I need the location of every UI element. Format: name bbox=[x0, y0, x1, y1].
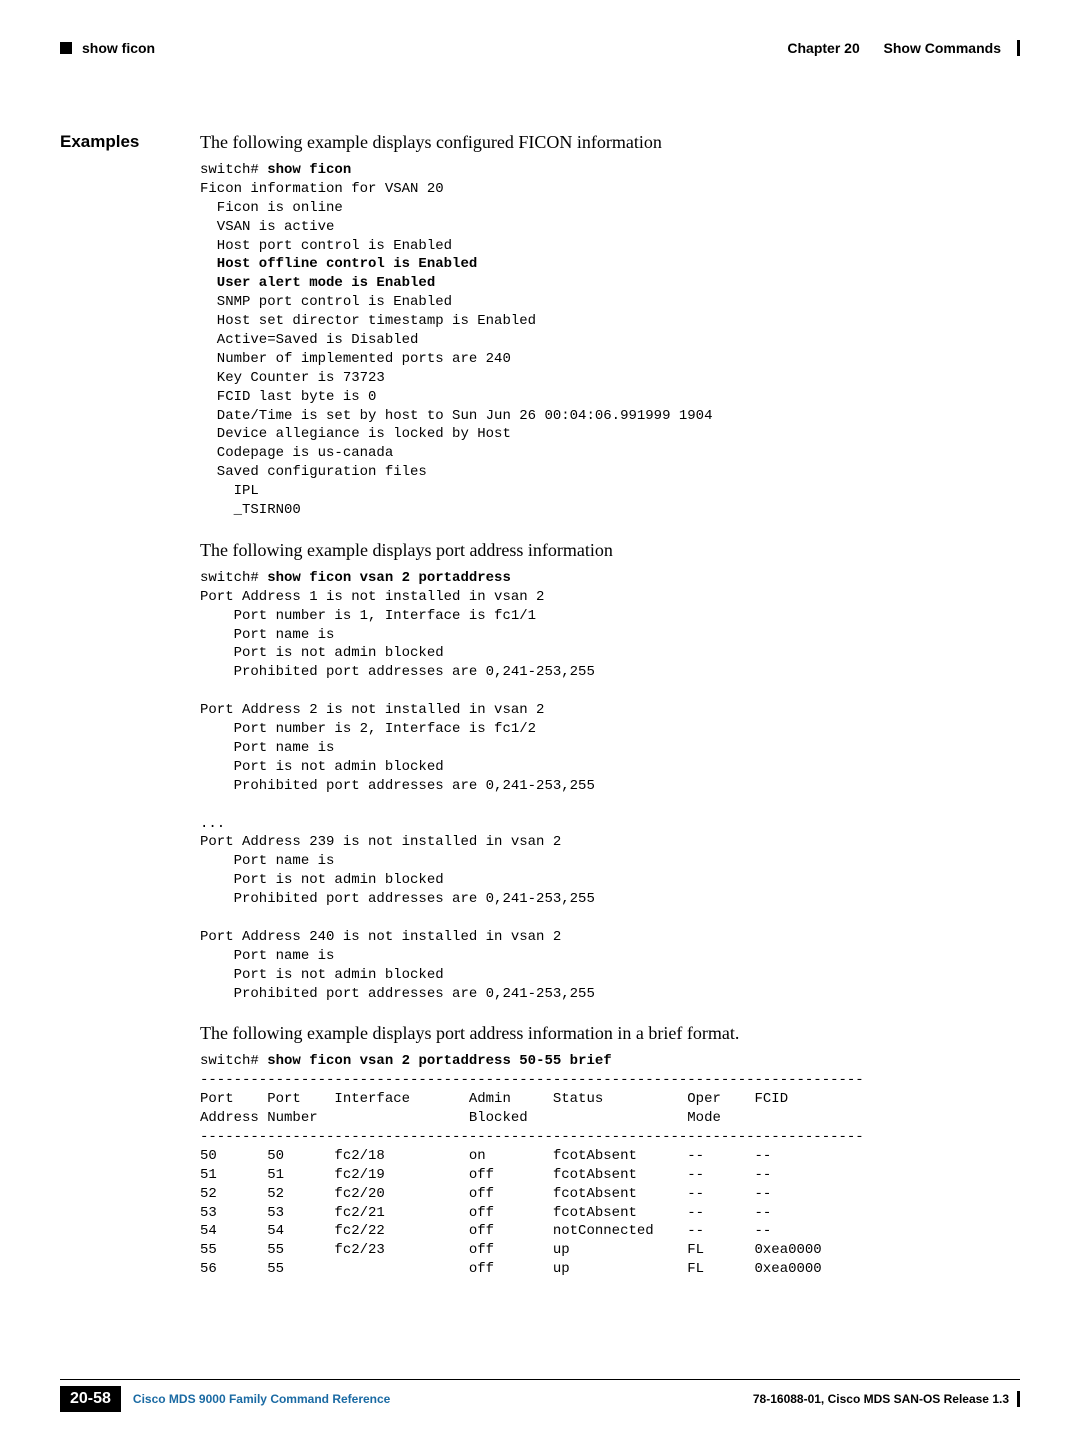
code-line: Host port control is Enabled bbox=[200, 238, 452, 254]
code-line: VSAN is active bbox=[200, 219, 334, 235]
code-line: Number of implemented ports are 240 bbox=[200, 351, 511, 367]
footer-left: 20-58 Cisco MDS 9000 Family Command Refe… bbox=[60, 1386, 390, 1412]
header-right: Chapter 20 Show Commands bbox=[787, 40, 1020, 56]
header-rule-icon bbox=[1017, 40, 1020, 56]
footer-release: 78-16088-01, Cisco MDS SAN-OS Release 1.… bbox=[753, 1392, 1009, 1406]
code-block-2: switch# show ficon vsan 2 portaddress Po… bbox=[200, 569, 1020, 1003]
code-line: Date/Time is set by host to Sun Jun 26 0… bbox=[200, 408, 712, 424]
prompt: switch# bbox=[200, 1053, 267, 1069]
prompt: switch# bbox=[200, 570, 267, 586]
code-line: Codepage is us-canada bbox=[200, 445, 393, 461]
code-body: Port Address 1 is not installed in vsan … bbox=[200, 589, 595, 1002]
header-left: show ficon bbox=[60, 40, 155, 56]
bullet-square-icon bbox=[60, 42, 72, 54]
footer-rule-icon bbox=[1017, 1391, 1020, 1407]
header-chapter-title: Show Commands bbox=[884, 40, 1001, 56]
intro-text-2: The following example displays port addr… bbox=[200, 540, 1020, 561]
page-number: 20-58 bbox=[60, 1386, 121, 1412]
code-body: ----------------------------------------… bbox=[200, 1072, 864, 1277]
code-line: Saved configuration files bbox=[200, 464, 427, 480]
document-page: show ficon Chapter 20 Show Commands Exam… bbox=[0, 0, 1080, 1452]
code-block-1: switch# show ficon Ficon information for… bbox=[200, 161, 1020, 520]
code-line: Ficon is online bbox=[200, 200, 343, 216]
command: show ficon vsan 2 portaddress bbox=[267, 570, 511, 586]
code-line: FCID last byte is 0 bbox=[200, 389, 376, 405]
intro-text-3: The following example displays port addr… bbox=[200, 1023, 1020, 1044]
command: show ficon vsan 2 portaddress 50-55 brie… bbox=[267, 1053, 611, 1069]
code-block-3: switch# show ficon vsan 2 portaddress 50… bbox=[200, 1052, 1020, 1279]
code-line: SNMP port control is Enabled bbox=[200, 294, 452, 310]
code-line: Host set director timestamp is Enabled bbox=[200, 313, 536, 329]
examples-section: Examples The following example displays … bbox=[60, 132, 1020, 1299]
header-left-label: show ficon bbox=[82, 40, 155, 56]
footer-title: Cisco MDS 9000 Family Command Reference bbox=[133, 1392, 390, 1406]
code-line: Ficon information for VSAN 20 bbox=[200, 181, 444, 197]
footer-right: 78-16088-01, Cisco MDS SAN-OS Release 1.… bbox=[753, 1391, 1020, 1407]
code-line: Key Counter is 73723 bbox=[200, 370, 385, 386]
code-line: Device allegiance is locked by Host bbox=[200, 426, 511, 442]
intro-text-1: The following example displays configure… bbox=[200, 132, 1020, 153]
command: show ficon bbox=[267, 162, 351, 178]
header-chapter: Chapter 20 bbox=[787, 40, 859, 56]
prompt: switch# bbox=[200, 162, 267, 178]
code-line: _TSIRN00 bbox=[200, 502, 301, 518]
code-line: IPL bbox=[200, 483, 259, 499]
page-header: show ficon Chapter 20 Show Commands bbox=[60, 40, 1020, 62]
code-line-bold: Host offline control is Enabled bbox=[200, 256, 477, 272]
section-label: Examples bbox=[60, 132, 200, 1299]
code-line: Active=Saved is Disabled bbox=[200, 332, 418, 348]
page-footer: 20-58 Cisco MDS 9000 Family Command Refe… bbox=[60, 1379, 1020, 1412]
section-body: The following example displays configure… bbox=[200, 132, 1020, 1299]
code-line-bold: User alert mode is Enabled bbox=[200, 275, 435, 291]
